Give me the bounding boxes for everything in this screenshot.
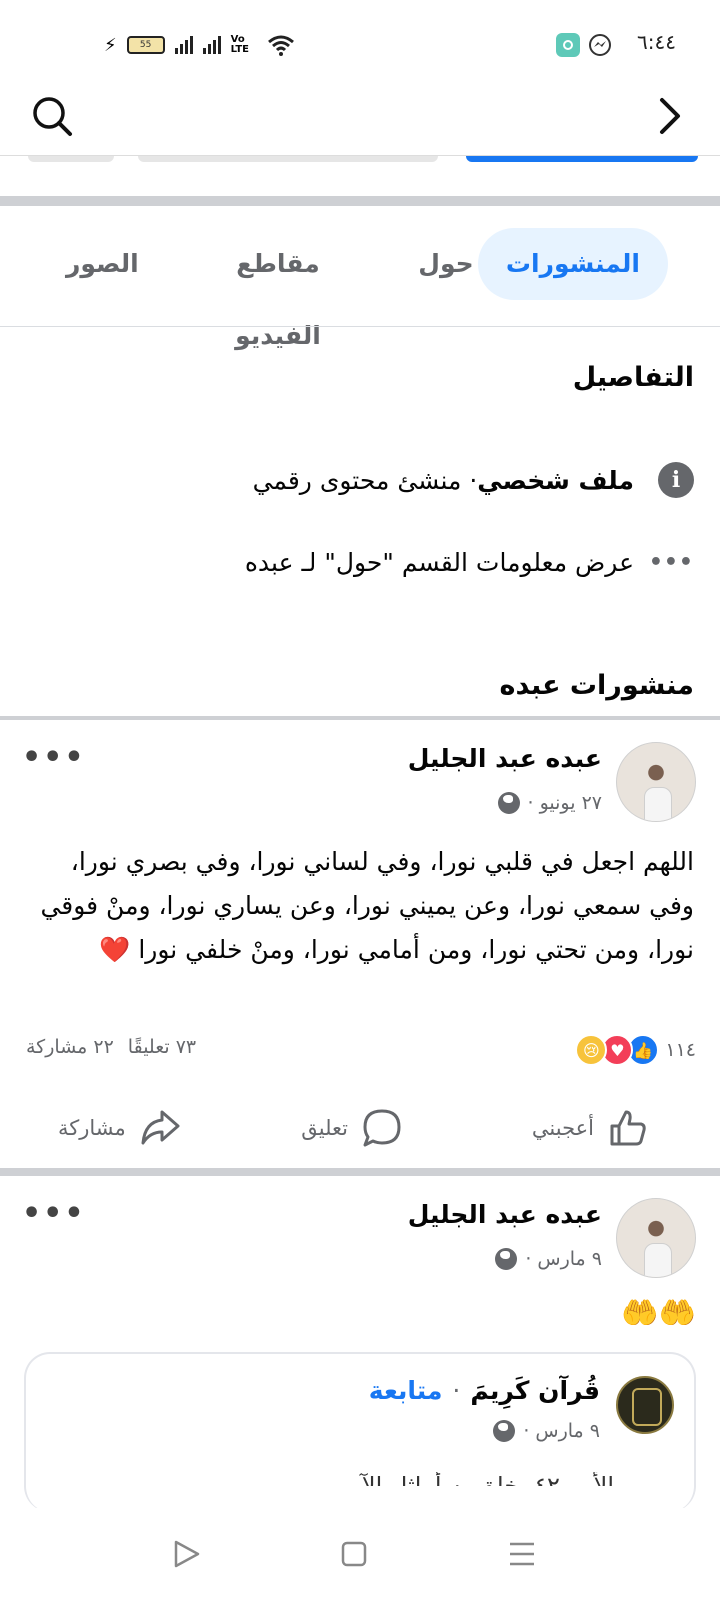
- section-separator: [0, 196, 720, 206]
- volte-icon: Vo LTE: [230, 34, 250, 55]
- charging-icon: ⚡: [104, 34, 117, 56]
- share-label: مشاركة: [58, 1116, 126, 1140]
- tab-photos[interactable]: الصور: [66, 228, 139, 300]
- post-meta: ٩ مارس ·: [495, 1248, 602, 1270]
- messenger-icon: [589, 34, 611, 56]
- like-button[interactable]: أعجبني: [532, 1098, 650, 1158]
- tab-posts[interactable]: المنشورات: [477, 228, 668, 300]
- battery-icon: 55: [126, 36, 165, 54]
- post-date[interactable]: ٩ مارس ·: [525, 1248, 602, 1270]
- see-about-row[interactable]: ••• عرض معلومات القسم "حول" لـ عبده: [34, 540, 694, 584]
- tabs-divider: [0, 326, 720, 327]
- details-heading: التفاصيل: [572, 362, 694, 393]
- section-separator: [0, 1168, 720, 1176]
- comment-button[interactable]: تعليق: [301, 1098, 404, 1158]
- engagement-counts: ٧٣ تعليقًا ٢٢ مشاركة: [26, 1036, 196, 1058]
- post-actions: أعجبني تعليق مشاركة: [0, 1098, 720, 1158]
- more-dots-icon[interactable]: •••: [22, 1196, 86, 1231]
- home-square-icon[interactable]: [334, 1534, 374, 1574]
- avatar[interactable]: [616, 742, 696, 822]
- post-emoji: 🤲🤲: [621, 1296, 696, 1331]
- share-button[interactable]: مشاركة: [58, 1098, 182, 1158]
- recents-menu-icon[interactable]: [502, 1534, 542, 1574]
- peek-button: [28, 156, 114, 162]
- like-label: أعجبني: [531, 1116, 594, 1140]
- sad-reaction-icon: 😢: [575, 1034, 608, 1066]
- battery-level: 55: [139, 40, 152, 50]
- post-author[interactable]: عبده عبد الجليل: [408, 744, 602, 773]
- wifi-icon: [267, 35, 294, 56]
- separator-dot: ·: [452, 1376, 461, 1405]
- post-text: اللهم اجعل في قلبي نورا، وفي لساني نورا،…: [30, 840, 694, 972]
- profile-buttons-peek: [0, 156, 720, 164]
- shared-post-date[interactable]: ٩ مارس ·: [523, 1420, 600, 1442]
- comment-icon: [363, 1109, 401, 1147]
- follow-button[interactable]: متابعة: [369, 1376, 443, 1405]
- section-separator: [0, 716, 720, 720]
- more-dots-icon: •••: [648, 549, 694, 575]
- top-nav: [0, 80, 720, 156]
- reaction-count: ١١٤: [665, 1039, 696, 1061]
- see-about-link[interactable]: عرض معلومات القسم "حول" لـ عبده: [245, 548, 634, 577]
- heart-emoji: ❤️: [99, 935, 131, 964]
- info-icon: i: [658, 462, 694, 498]
- post-author[interactable]: عبده عبد الجليل: [408, 1200, 602, 1229]
- comment-label: تعليق: [301, 1116, 348, 1140]
- shared-post-meta: ٩ مارس ·: [493, 1420, 600, 1442]
- share-count[interactable]: ٢٢ مشاركة: [26, 1036, 114, 1058]
- page-avatar[interactable]: [616, 1376, 674, 1434]
- globe-icon: [493, 1420, 516, 1442]
- post-meta: ٢٧ يونيو ·: [497, 792, 602, 814]
- shared-post-header: قُرآن كَرِيمَ · متابعة: [369, 1376, 600, 1405]
- post-body: اللهم اجعل في قلبي نورا، وفي لساني نورا،…: [40, 847, 694, 964]
- avatar[interactable]: [616, 1198, 696, 1278]
- reactions-summary[interactable]: ١١٤ 👍 ♥ 😢: [556, 1032, 696, 1068]
- back-triangle-icon[interactable]: [166, 1534, 206, 1574]
- posts-heading: منشورات عبده: [499, 670, 694, 701]
- profile-type-row: i ملف شخصي · منشئ محتوى رقمي: [34, 458, 694, 502]
- share-icon: [141, 1110, 180, 1145]
- status-time: ٦:٤٤: [637, 30, 676, 54]
- comment-count[interactable]: ٧٣ تعليقًا: [128, 1036, 196, 1058]
- profile-type-label: ملف شخصي: [477, 465, 634, 495]
- shared-post-card[interactable]: قُرآن كَرِيمَ · متابعة ٩ مارس · الأمر ٤٢…: [24, 1352, 696, 1512]
- system-navigation-bar: [0, 1508, 720, 1600]
- tab-about[interactable]: حول: [414, 228, 478, 300]
- profile-tabs: المنشورات حول مقاطع الفيديو الصور: [0, 228, 720, 350]
- post-date[interactable]: ٢٧ يونيو ·: [528, 792, 602, 814]
- status-icons: ⚡ 55 Vo LTE: [104, 32, 295, 58]
- shared-post-text: الأمر ٤٢ يخلق به أماثل الآ: [361, 1472, 614, 1486]
- signal-icon-2: [202, 36, 221, 54]
- profile-category: · منشئ محتوى رقمي: [252, 465, 478, 495]
- app-notification-icon: [556, 33, 580, 57]
- peek-primary-button: [466, 156, 698, 162]
- signal-icon: [174, 36, 193, 54]
- peek-button: [138, 156, 438, 162]
- globe-icon: [495, 1248, 518, 1270]
- chevron-right-icon[interactable]: [654, 94, 684, 138]
- more-dots-icon[interactable]: •••: [22, 740, 86, 775]
- globe-icon: [497, 792, 520, 814]
- status-bar: ⚡ 55 Vo LTE ٦:٤٤: [0, 0, 720, 80]
- like-icon: [610, 1110, 646, 1146]
- tab-videos[interactable]: مقاطع الفيديو: [198, 228, 358, 350]
- page-name[interactable]: قُرآن كَرِيمَ: [470, 1376, 600, 1405]
- search-icon[interactable]: [30, 94, 74, 138]
